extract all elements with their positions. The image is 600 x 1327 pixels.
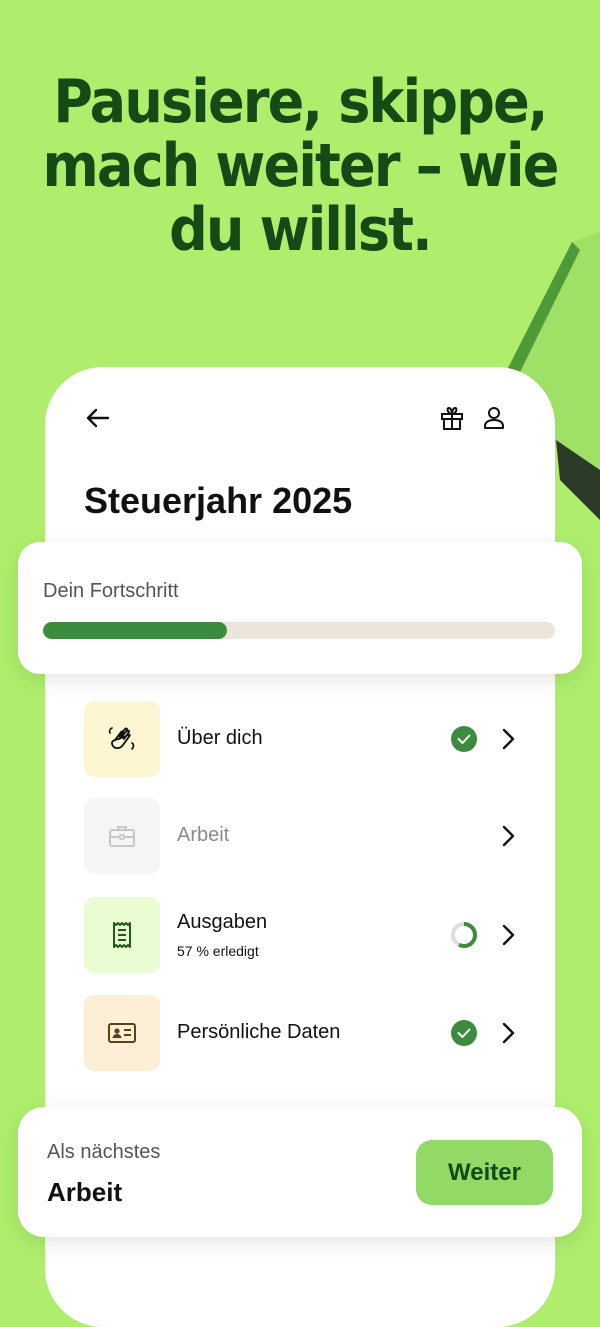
arrow-left-icon[interactable] <box>84 404 112 432</box>
progress-bar <box>43 622 555 639</box>
next-step-label: Als nächstes <box>47 1141 161 1163</box>
chevron-right-icon[interactable] <box>494 1019 522 1047</box>
task-title: Arbeit <box>177 824 230 846</box>
continue-button[interactable]: Weiter <box>416 1140 553 1205</box>
user-icon[interactable] <box>480 404 508 432</box>
headline-line-2: mach weiter – wie <box>42 131 559 201</box>
check-circle-icon <box>451 726 477 752</box>
task-icon-box <box>84 798 160 874</box>
next-step-value: Arbeit <box>47 1177 123 1207</box>
next-step-card: Als nächstes Arbeit Weiter <box>18 1107 582 1237</box>
task-icon-box <box>84 701 160 777</box>
progress-label: Dein Fortschritt <box>43 580 179 602</box>
headline-line-1: Pausiere, skippe, <box>53 67 548 137</box>
briefcase-icon <box>109 826 135 847</box>
task-item-arbeit[interactable]: Arbeit <box>84 798 516 874</box>
page-title: Steuerjahr 2025 <box>84 480 353 521</box>
chevron-right-icon[interactable] <box>494 725 522 753</box>
task-title: Ausgaben <box>177 911 268 933</box>
task-item-ausgaben[interactable]: Ausgaben 57 % erledigt <box>84 897 516 973</box>
progress-card: Dein Fortschritt <box>18 542 582 674</box>
task-icon-box <box>84 995 160 1071</box>
headline: Pausiere, skippe, mach weiter – wie du w… <box>30 70 570 262</box>
waving-hand-icon <box>108 727 135 750</box>
headline-line-3: du willst. <box>169 195 433 265</box>
task-title: Persönliche Daten <box>177 1021 341 1043</box>
progress-bar-fill <box>43 622 228 639</box>
task-item-ueber-dich[interactable]: Über dich <box>84 701 516 777</box>
progress-ring-icon <box>451 922 477 948</box>
task-subtitle: 57 % erledigt <box>177 943 259 959</box>
receipt-icon <box>113 922 131 948</box>
check-circle-icon <box>451 1020 477 1046</box>
chevron-right-icon[interactable] <box>494 921 522 949</box>
id-card-icon <box>108 1023 136 1043</box>
chevron-right-icon[interactable] <box>494 822 522 850</box>
task-icon-box <box>84 897 160 973</box>
gift-icon[interactable] <box>438 404 466 432</box>
task-item-persoenliche-daten[interactable]: Persönliche Daten <box>84 995 516 1071</box>
task-title: Über dich <box>177 727 263 749</box>
